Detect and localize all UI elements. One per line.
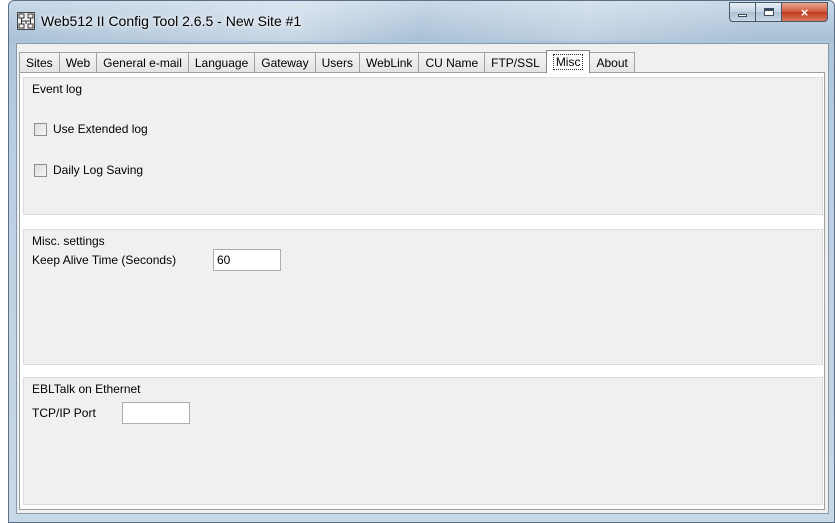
tab-label: General e-mail xyxy=(103,56,182,70)
use-extended-log-label: Use Extended log xyxy=(53,122,148,136)
keep-alive-input[interactable] xyxy=(213,249,281,271)
tab-weblink[interactable]: WebLink xyxy=(358,52,420,73)
ebltalk-title: EBLTalk on Ethernet xyxy=(30,382,143,396)
keep-alive-label: Keep Alive Time (Seconds) xyxy=(32,253,177,267)
tcp-port-label: TCP/IP Port xyxy=(32,406,96,420)
tab-ftp-ssl[interactable]: FTP/SSL xyxy=(484,52,547,73)
use-extended-log-row[interactable]: Use Extended log xyxy=(34,122,148,136)
tab-label: Sites xyxy=(26,56,53,70)
close-icon: × xyxy=(800,4,809,20)
client-area: Sites Web General e-mail Language Gatewa… xyxy=(16,43,829,514)
tab-label: FTP/SSL xyxy=(491,56,540,70)
tab-language[interactable]: Language xyxy=(187,52,256,73)
daily-log-saving-label: Daily Log Saving xyxy=(53,163,144,177)
misc-settings-group: Misc. settings Keep Alive Time (Seconds) xyxy=(23,229,823,365)
tab-label: CU Name xyxy=(425,56,479,70)
tab-gateway[interactable]: Gateway xyxy=(254,52,316,73)
event-log-group: Event log Use Extended log Daily Log Sav… xyxy=(23,77,823,215)
ebltalk-group: EBLTalk on Ethernet TCP/IP Port xyxy=(23,377,823,505)
tab-label: Web xyxy=(65,56,91,70)
tab-cu-name[interactable]: CU Name xyxy=(418,52,486,73)
title-bar[interactable]: Web512 II Config Tool 2.6.5 - New Site #… xyxy=(9,1,834,41)
app-network-icon[interactable] xyxy=(17,12,35,30)
tab-sites[interactable]: Sites xyxy=(19,52,60,73)
tab-label: Users xyxy=(321,56,353,70)
tab-label: Language xyxy=(194,56,249,70)
misc-tab-panel: Event log Use Extended log Daily Log Sav… xyxy=(19,72,825,510)
daily-log-saving-row[interactable]: Daily Log Saving xyxy=(34,163,143,177)
tab-general-email[interactable]: General e-mail xyxy=(96,52,189,73)
tab-misc[interactable]: Misc xyxy=(545,50,591,73)
window-controls: × xyxy=(729,2,828,22)
tab-label: Gateway xyxy=(261,56,309,70)
app-window: Web512 II Config Tool 2.6.5 - New Site #… xyxy=(8,0,835,523)
maximize-button[interactable] xyxy=(756,2,782,22)
window-title: Web512 II Config Tool 2.6.5 - New Site #… xyxy=(41,13,302,29)
tab-strip: Sites Web General e-mail Language Gatewa… xyxy=(19,50,635,73)
close-button[interactable]: × xyxy=(782,2,828,22)
tab-users[interactable]: Users xyxy=(314,52,360,73)
minimize-icon xyxy=(738,13,747,17)
tab-label: WebLink xyxy=(365,56,413,70)
tab-about[interactable]: About xyxy=(589,52,635,73)
tab-label: Misc xyxy=(552,54,584,70)
daily-log-saving-checkbox[interactable] xyxy=(34,163,47,177)
tab-web[interactable]: Web xyxy=(58,52,98,73)
tcp-port-input[interactable] xyxy=(122,402,190,424)
minimize-button[interactable] xyxy=(729,2,756,22)
maximize-icon xyxy=(763,8,774,16)
misc-settings-title: Misc. settings xyxy=(30,234,107,248)
use-extended-log-checkbox[interactable] xyxy=(34,122,47,136)
tab-label: About xyxy=(596,56,628,70)
event-log-title: Event log xyxy=(30,82,85,96)
